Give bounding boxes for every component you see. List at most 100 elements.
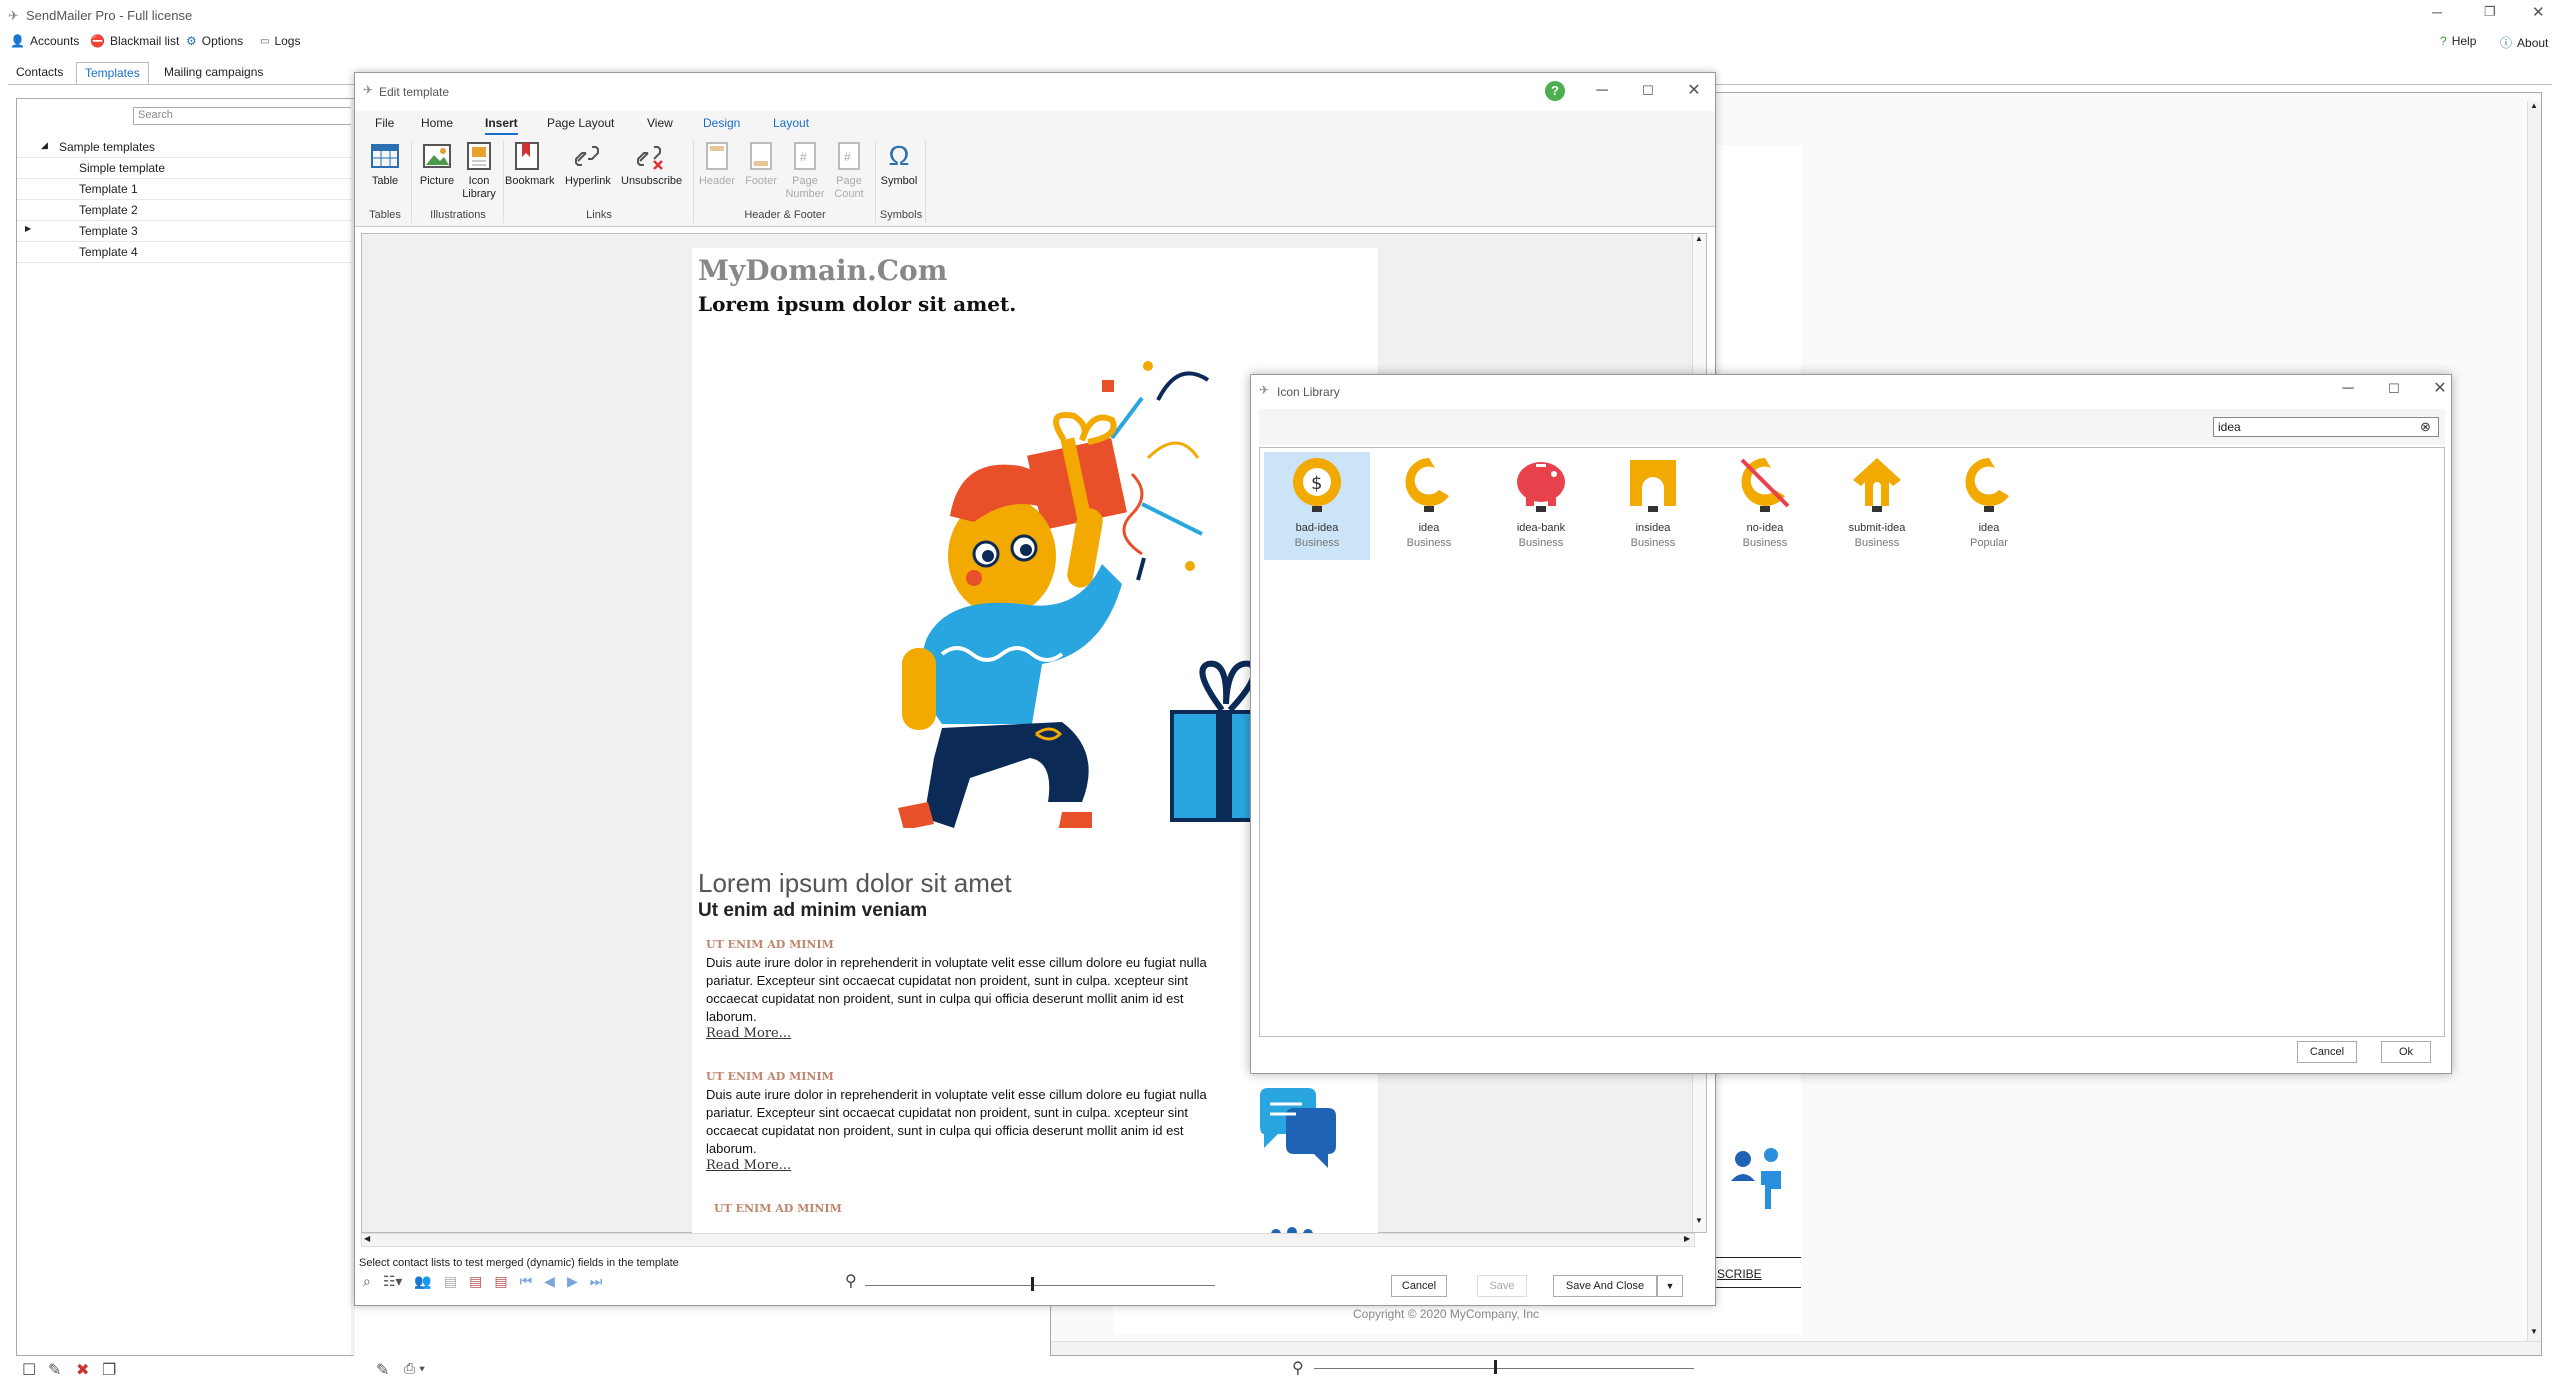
- tab-layout[interactable]: Layout: [773, 116, 809, 130]
- page-number-button[interactable]: # Page Number: [783, 141, 827, 201]
- export-icon[interactable]: ⎙ ▾: [404, 1360, 425, 1377]
- zoom-thumb[interactable]: [1031, 1277, 1034, 1291]
- delete-template-icon[interactable]: ✖: [76, 1360, 89, 1380]
- page-count-button[interactable]: # Page Count: [827, 141, 871, 201]
- zoom-thumb[interactable]: [1494, 1360, 1497, 1374]
- idea-bank-icon: [1517, 462, 1565, 512]
- tree-item[interactable]: Template 1: [17, 179, 355, 200]
- new-template-icon[interactable]: ☐: [22, 1360, 36, 1380]
- tab-view[interactable]: View: [647, 116, 673, 130]
- ok-button[interactable]: Ok: [2381, 1041, 2431, 1063]
- help-menu[interactable]: ? Help: [2440, 34, 2476, 48]
- tree-item[interactable]: Template 4: [17, 242, 355, 263]
- collapse-icon[interactable]: ◢: [41, 140, 48, 151]
- help-icon[interactable]: ?: [1545, 81, 1565, 101]
- search-input[interactable]: Search: [133, 107, 355, 125]
- svg-text:$: $: [1311, 473, 1322, 494]
- copy-template-icon[interactable]: ❐: [102, 1360, 116, 1380]
- accounts-menu[interactable]: 👤 Accounts: [10, 34, 79, 48]
- close-button[interactable]: ✕: [1679, 79, 1709, 103]
- page-icon[interactable]: ▤: [444, 1273, 457, 1290]
- tab-templates[interactable]: Templates: [76, 62, 149, 84]
- close-button[interactable]: ✕: [2425, 377, 2455, 401]
- save-options-dropdown[interactable]: ▼: [1657, 1275, 1683, 1297]
- tree-item[interactable]: Simple template: [17, 158, 355, 179]
- about-menu[interactable]: ⓘ About: [2500, 34, 2548, 51]
- cancel-button[interactable]: Cancel: [1391, 1275, 1447, 1297]
- users-icon[interactable]: 👥: [414, 1273, 431, 1290]
- contact-list-icon[interactable]: ☷▾: [383, 1273, 403, 1290]
- icon-tile-submit-idea[interactable]: submit-idea Business: [1824, 452, 1930, 560]
- preview-horizontal-scrollbar[interactable]: [1051, 1341, 2541, 1355]
- table-button[interactable]: Table: [363, 141, 407, 188]
- icon-tile-idea-bank[interactable]: idea-bank Business: [1488, 452, 1594, 560]
- records-icon[interactable]: ▤: [469, 1273, 482, 1290]
- header-button[interactable]: Header: [695, 141, 739, 188]
- scroll-down-icon[interactable]: ▼: [2530, 1327, 2538, 1336]
- zoom-slider[interactable]: [865, 1285, 1215, 1286]
- icon-tile-idea-popular[interactable]: idea Popular: [1936, 452, 2042, 560]
- records-all-icon[interactable]: ▤: [494, 1273, 507, 1290]
- icon-tile-insidea[interactable]: insidea Business: [1600, 452, 1706, 560]
- save-button[interactable]: Save: [1477, 1275, 1527, 1297]
- hyperlink-button[interactable]: Hyperlink: [565, 141, 611, 188]
- scroll-up-icon[interactable]: ▲: [1695, 234, 1703, 243]
- tab-file[interactable]: File: [375, 116, 394, 130]
- scroll-right-icon[interactable]: ▶: [1684, 1234, 1690, 1243]
- next-record-icon[interactable]: ▶: [567, 1273, 578, 1290]
- unsubscribe-link[interactable]: SCRIBE: [1717, 1267, 1762, 1281]
- header-icon: [706, 142, 728, 170]
- footer-button[interactable]: Footer: [739, 141, 783, 188]
- edit-template-icon[interactable]: ✎: [48, 1360, 61, 1380]
- picture-button[interactable]: Picture: [415, 141, 459, 188]
- tab-design[interactable]: Design: [703, 116, 740, 130]
- tab-contacts[interactable]: Contacts: [8, 62, 71, 84]
- close-button[interactable]: ✕: [2532, 3, 2545, 21]
- scroll-down-icon[interactable]: ▼: [1695, 1216, 1703, 1225]
- tree-item[interactable]: ▶ Template 3: [17, 221, 355, 242]
- minimize-button[interactable]: ─: [2333, 377, 2363, 401]
- tab-insert[interactable]: Insert: [485, 116, 518, 135]
- tree-root[interactable]: ◢ Sample templates: [17, 137, 355, 158]
- save-and-close-button[interactable]: Save And Close: [1553, 1275, 1657, 1297]
- first-record-icon[interactable]: ⏮: [520, 1273, 533, 1290]
- icon-search-input[interactable]: idea ⊗: [2213, 417, 2439, 437]
- tab-mailing-campaigns[interactable]: Mailing campaigns: [156, 62, 271, 84]
- edit-doc-icon[interactable]: ✎: [376, 1360, 389, 1380]
- section-label: UT ENIM AD MINIM: [706, 1070, 834, 1083]
- unsubscribe-button[interactable]: Unsubscribe: [621, 141, 682, 188]
- ribbon: Table Picture Icon Library Bookmark Hype…: [355, 135, 1715, 227]
- zoom-slider[interactable]: [1314, 1368, 1694, 1369]
- preview-icon[interactable]: ⌕: [363, 1273, 371, 1290]
- minimize-button[interactable]: ─: [1587, 79, 1617, 103]
- icon-library-button[interactable]: Icon Library: [457, 141, 501, 201]
- last-record-icon[interactable]: ⏭: [590, 1273, 603, 1290]
- read-more-link[interactable]: Read More...: [706, 1158, 791, 1173]
- tab-page-layout[interactable]: Page Layout: [547, 116, 614, 130]
- maximize-button[interactable]: ☐: [1633, 79, 1663, 103]
- prev-record-icon[interactable]: ◀: [544, 1273, 555, 1290]
- symbol-button[interactable]: Ω Symbol: [877, 141, 921, 188]
- clear-search-icon[interactable]: ⊗: [2420, 419, 2431, 435]
- cancel-button[interactable]: Cancel: [2297, 1041, 2357, 1063]
- picture-label: Picture: [419, 175, 455, 187]
- doc-horizontal-scrollbar[interactable]: ◀ ▶: [361, 1233, 1695, 1247]
- scroll-up-icon[interactable]: ▲: [2530, 101, 2538, 110]
- icon-tile-bad-idea[interactable]: $ bad-idea Business: [1264, 452, 1370, 560]
- read-more-link[interactable]: Read More...: [706, 1026, 791, 1041]
- scroll-left-icon[interactable]: ◀: [364, 1234, 370, 1243]
- blackmail-menu[interactable]: ⛔ Blackmail list: [90, 34, 179, 48]
- icon-tile-idea[interactable]: idea Business: [1376, 452, 1482, 560]
- bookmark-button[interactable]: Bookmark: [505, 141, 555, 188]
- minimize-button[interactable]: ─: [2432, 4, 2442, 20]
- tab-home[interactable]: Home: [421, 116, 453, 130]
- restore-button[interactable]: ❐: [2484, 4, 2496, 20]
- options-menu[interactable]: ⚙ Options: [186, 34, 243, 48]
- logs-menu[interactable]: ▭ Logs: [260, 34, 300, 48]
- preview-vertical-scrollbar[interactable]: ▲ ▼: [2527, 101, 2541, 1341]
- tree-item[interactable]: Template 2: [17, 200, 355, 221]
- options-label: Options: [201, 34, 244, 48]
- maximize-button[interactable]: ☐: [2379, 377, 2409, 401]
- info-icon: ⓘ: [2500, 36, 2513, 50]
- icon-tile-no-idea[interactable]: no-idea Business: [1712, 452, 1818, 560]
